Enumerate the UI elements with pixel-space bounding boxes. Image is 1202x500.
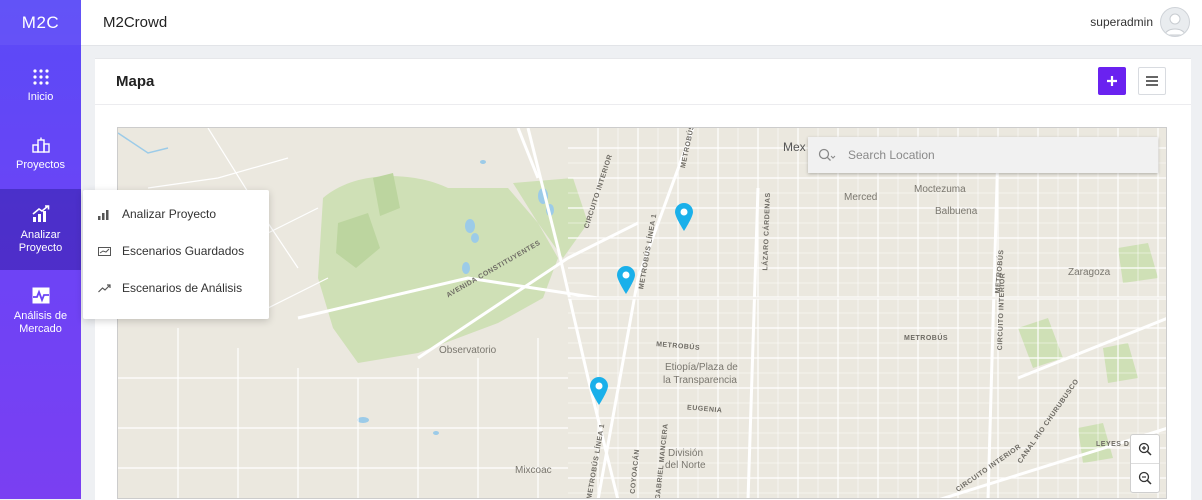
map-label-mixcoac: Mixcoac <box>515 465 552 476</box>
hamburger-icon <box>1146 76 1158 86</box>
sidebar-item-analizar-proyecto[interactable]: Analizar Proyecto <box>0 189 81 270</box>
map-label-merced: Merced <box>844 192 878 203</box>
map-label-zaragoza: Zaragoza <box>1068 267 1111 278</box>
user-menu[interactable]: superadmin <box>1090 7 1190 37</box>
map-label-mex: Mex <box>783 140 806 154</box>
top-bar: M2Crowd superadmin <box>81 0 1202 46</box>
menu-button[interactable] <box>1138 67 1166 95</box>
saved-chart-icon <box>98 246 112 257</box>
map-pin-1[interactable] <box>674 202 694 232</box>
sidebar-item-analisis-mercado[interactable]: Análisis de Mercado <box>0 276 81 346</box>
add-button[interactable] <box>1098 67 1126 95</box>
analizar-submenu: Analizar Proyecto Escenarios Guardados E… <box>83 190 269 319</box>
submenu-item-analizar-proyecto[interactable]: Analizar Proyecto <box>83 200 269 228</box>
pulse-chart-icon <box>32 287 49 303</box>
submenu-item-escenarios-analisis[interactable]: Escenarios de Análisis <box>83 274 269 302</box>
zoom-controls <box>1130 434 1160 493</box>
map-label-etiopia: Etiopía/Plaza de <box>665 362 738 373</box>
map-label-delnorte: del Norte <box>665 460 706 471</box>
search-icon <box>818 148 836 161</box>
map-label-balbuena: Balbuena <box>935 206 978 217</box>
brand-logo[interactable]: M2C <box>0 0 81 45</box>
map-pin-3[interactable] <box>589 376 609 406</box>
zoom-in-icon <box>1138 442 1152 456</box>
bar-chart-icon <box>98 209 112 220</box>
card-header: Mapa <box>95 59 1191 105</box>
buildings-icon <box>31 137 50 153</box>
grid-dots-icon <box>32 68 49 85</box>
zoom-out-button[interactable] <box>1131 463 1159 492</box>
map-label-transparencia: la Transparencia <box>663 375 737 386</box>
sidebar-item-label: Proyectos <box>16 158 65 171</box>
submenu-item-escenarios-guardados[interactable]: Escenarios Guardados <box>83 237 269 265</box>
sidebar-item-label: Analizar Proyecto <box>18 228 63 254</box>
search-input[interactable] <box>846 147 1140 163</box>
road-label: METROBÚS <box>904 335 949 342</box>
sidebar-item-label: Análisis de Mercado <box>13 309 68 335</box>
submenu-item-label: Escenarios Guardados <box>122 244 245 258</box>
sidebar-item-label: Inicio <box>27 90 54 103</box>
plus-icon <box>1107 76 1117 86</box>
zoom-out-icon <box>1138 471 1152 485</box>
user-name[interactable]: superadmin <box>1090 15 1153 29</box>
location-search[interactable] <box>808 137 1158 173</box>
map-tiles[interactable] <box>118 128 1167 499</box>
sidebar-item-inicio[interactable]: Inicio <box>0 58 81 114</box>
submenu-item-label: Escenarios de Análisis <box>122 281 243 295</box>
map-label-moctezuma: Moctezuma <box>914 184 966 195</box>
map-view[interactable]: Mex Merced Moctezuma Balbuena Zaragoza O… <box>117 127 1167 499</box>
page-title: Mapa <box>116 73 155 90</box>
sidebar: M2C Inicio Proyectos Analizar Proyecto A… <box>0 0 81 499</box>
map-label-division: División <box>668 448 704 459</box>
chart-growth-icon <box>31 204 49 222</box>
road-label: LEYES DE <box>1096 441 1135 448</box>
sidebar-item-proyectos[interactable]: Proyectos <box>0 126 81 182</box>
avatar[interactable] <box>1160 7 1190 37</box>
map-pin-2[interactable] <box>616 265 636 295</box>
app-title: M2Crowd <box>103 14 168 31</box>
trend-line-icon <box>98 283 112 293</box>
submenu-item-label: Analizar Proyecto <box>122 207 217 221</box>
zoom-in-button[interactable] <box>1131 435 1159 463</box>
map-label-observatorio: Observatorio <box>439 345 497 356</box>
